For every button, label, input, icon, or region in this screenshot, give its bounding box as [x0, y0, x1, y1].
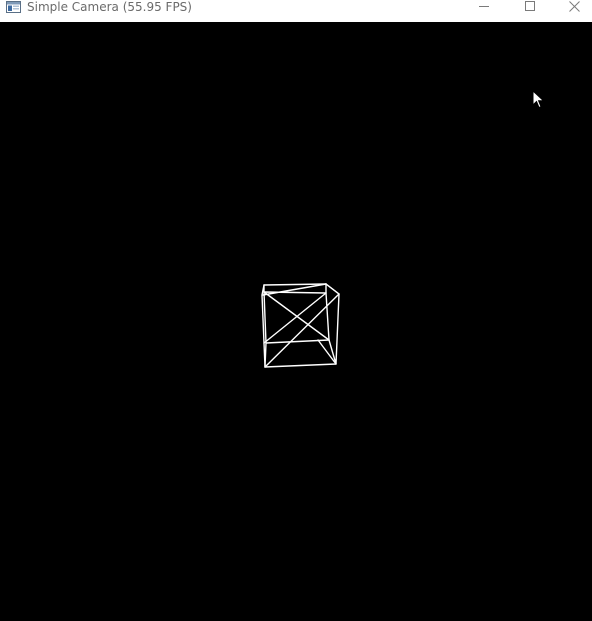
close-button[interactable] [552, 0, 592, 14]
app-window: Simple Camera (55.95 FPS) [0, 0, 592, 621]
maximize-button[interactable] [507, 0, 553, 14]
window-title: Simple Camera (55.95 FPS) [27, 0, 192, 14]
title-bar[interactable]: Simple Camera (55.95 FPS) [0, 0, 592, 22]
render-viewport[interactable] [0, 22, 592, 621]
wireframe-cube [261, 283, 340, 368]
minimize-icon [479, 6, 489, 7]
app-window-icon [6, 1, 21, 13]
maximize-icon [525, 1, 535, 11]
close-icon [569, 1, 580, 12]
minimize-button[interactable] [461, 0, 507, 14]
mouse-pointer-icon [532, 90, 545, 109]
